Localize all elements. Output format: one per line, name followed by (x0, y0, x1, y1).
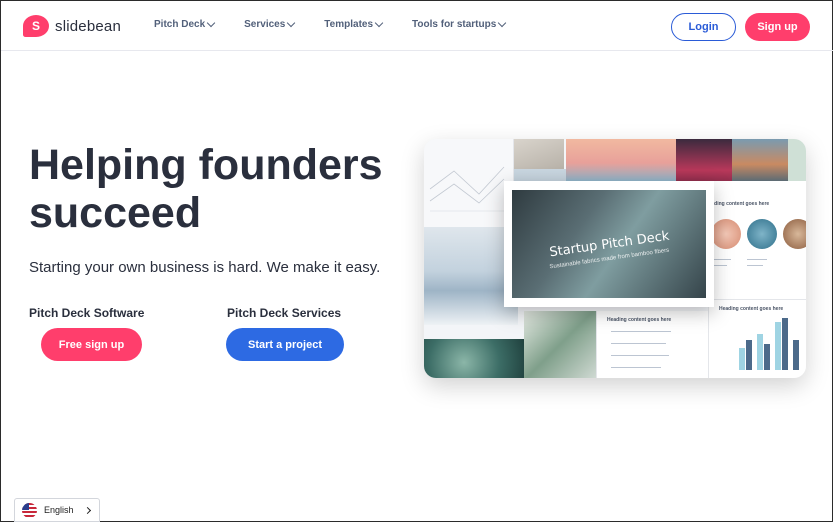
storefront-photo-thumbnail (732, 139, 788, 181)
circle-photo (711, 219, 741, 249)
hero-title: Helping founders succeed (29, 141, 383, 237)
language-selector[interactable]: English (14, 498, 100, 522)
mint-color-thumbnail (788, 139, 806, 181)
chevron-down-icon (287, 18, 296, 28)
circle-photo (783, 219, 806, 249)
logo-text: slidebean (55, 17, 122, 35)
services-label: Pitch Deck Services (227, 306, 342, 320)
slidebean-logo[interactable]: S slidebean (23, 15, 121, 37)
menu-item-label: Pitch Deck (154, 19, 206, 30)
bar-chart-slide-thumbnail: Heading content goes here (708, 299, 806, 378)
chevron-right-icon (83, 506, 92, 515)
list-slide-thumbnail: Heading content goes here (596, 311, 708, 378)
login-button[interactable]: Login (671, 13, 736, 41)
bar-mark (764, 344, 770, 370)
text-line (611, 355, 669, 356)
bar-mark (782, 318, 788, 370)
menu-item-label: Services (244, 19, 286, 30)
bar-mark (793, 340, 799, 370)
free-signup-button[interactable]: Free sign up (41, 328, 142, 361)
slide-heading-text: Heading content goes here (719, 306, 784, 312)
language-label: English (44, 505, 74, 515)
chevron-down-icon (498, 18, 507, 28)
chevron-down-icon (206, 18, 216, 28)
text-line (711, 259, 731, 260)
menu-item-label: Templates (324, 19, 374, 30)
featured-slide: Startup Pitch Deck Sustainable fabrics m… (504, 181, 714, 307)
circle-photo (747, 219, 777, 249)
text-line (611, 367, 661, 368)
start-project-button[interactable]: Start a project (226, 328, 344, 361)
top-navbar: S slidebean Pitch Deck Services Template… (1, 1, 833, 51)
menu-item-services[interactable]: Services (244, 18, 296, 30)
signup-button[interactable]: Sign up (745, 13, 810, 41)
software-label: Pitch Deck Software (29, 306, 145, 320)
text-line (747, 265, 763, 266)
line-chart-slide-thumbnail (424, 139, 514, 227)
menu-item-tools-for-startups[interactable]: Tools for startups (412, 18, 507, 30)
succulent-photo-thumbnail (424, 339, 524, 378)
slide-heading-text: Heading content goes here (607, 317, 672, 323)
text-line (611, 343, 666, 344)
slide-heading-text: Heading content goes here (705, 201, 770, 207)
menu-item-label: Tools for startups (412, 19, 497, 30)
bar-mark (757, 334, 763, 370)
us-flag-icon (22, 502, 37, 518)
templates-collage-image: Heading content goes here Heading conten… (424, 139, 806, 378)
bar-mark (746, 340, 752, 370)
hero-subtitle: Starting your own business is hard. We m… (29, 259, 381, 276)
menu-item-templates[interactable]: Templates (324, 18, 384, 30)
text-line (611, 331, 671, 332)
bar-mark (775, 322, 781, 370)
palm-photo-thumbnail (524, 311, 596, 378)
main-menu: Pitch Deck Services Templates Tools for … (154, 18, 535, 30)
sand-photo-thumbnail (514, 139, 564, 169)
logo-mark-icon: S (23, 15, 49, 37)
menu-item-pitch-deck[interactable]: Pitch Deck (154, 18, 216, 30)
featured-slide-image: Startup Pitch Deck Sustainable fabrics m… (512, 190, 706, 298)
line-chart-graphic (429, 166, 508, 212)
text-line (747, 259, 767, 260)
bar-mark (739, 348, 745, 370)
chevron-down-icon (374, 18, 384, 28)
